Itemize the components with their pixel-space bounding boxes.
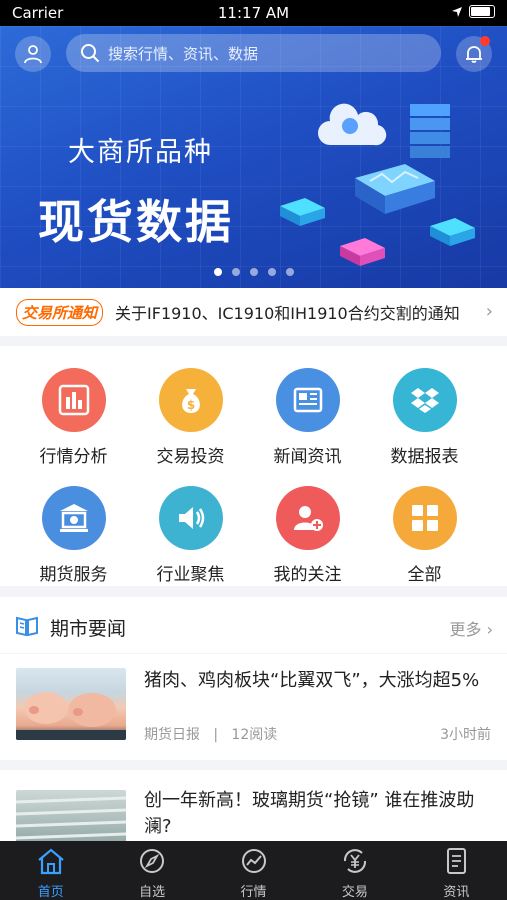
tab-home[interactable]: 首页: [0, 841, 101, 900]
carousel-dot[interactable]: [285, 268, 294, 276]
tab-label: 自选: [139, 885, 166, 900]
bar-chart-icon: [41, 368, 106, 432]
notification-button[interactable]: [456, 36, 492, 72]
user-icon: [24, 45, 42, 64]
dropbox-icon: [392, 368, 457, 432]
carousel-dot[interactable]: [249, 268, 258, 276]
tab-market[interactable]: 行情: [203, 841, 304, 900]
carousel-dots[interactable]: [0, 268, 507, 276]
news-title[interactable]: 猪肉、鸡肉板块“比翼双飞”，大涨均超5%: [144, 668, 494, 694]
location-icon: [452, 6, 462, 17]
battery-icon: [469, 5, 495, 18]
speaker-icon: [158, 486, 223, 550]
menu-item-futures-service[interactable]: 期货服务: [10, 486, 137, 585]
menu-item-trading-investment[interactable]: $ 交易投资: [127, 368, 254, 467]
menu-label: 我的关注: [273, 565, 342, 585]
menu-label: 行情分析: [39, 447, 108, 467]
menu-label: 新闻资讯: [273, 447, 342, 467]
news-source: 期货日报: [144, 727, 200, 743]
tab-trade[interactable]: 交易: [304, 841, 405, 900]
search-icon: [80, 43, 100, 63]
search-bar[interactable]: 搜索行情、资讯、数据: [66, 34, 441, 72]
news-meta: 期货日报 | 12阅读: [144, 727, 278, 743]
trend-icon: [241, 849, 266, 873]
feature-menu: 行情分析 $ 交易投资 新闻资讯 数据报表 期货服务 行业聚焦 我的关注 全部: [0, 346, 507, 586]
bell-icon: [466, 46, 482, 63]
banner-subtitle: 大商所品种: [68, 137, 213, 168]
menu-item-news[interactable]: 新闻资讯: [244, 368, 371, 467]
banner-title: 现货数据: [38, 195, 234, 249]
profile-button[interactable]: [15, 36, 51, 72]
menu-label: 数据报表: [390, 447, 459, 467]
news-item[interactable]: 创一年新高！玻璃期货“抢镜” 谁在推波助澜?: [0, 770, 507, 841]
money-bag-icon: $: [158, 368, 223, 432]
menu-item-data-reports[interactable]: 数据报表: [361, 368, 488, 467]
bottom-tab-bar: 首页 自选 行情 交易 资讯: [0, 841, 507, 900]
notice-text[interactable]: 关于IF1910、IC1910和IH1910合约交割的通知: [115, 300, 460, 324]
more-link[interactable]: 更多 ›: [450, 616, 494, 640]
menu-label: 期货服务: [39, 565, 108, 585]
news-time: 3小时前: [440, 727, 491, 743]
tab-watchlist[interactable]: 自选: [101, 841, 202, 900]
grid-icon: [392, 486, 457, 550]
yen-exchange-icon: [343, 849, 366, 873]
menu-item-all[interactable]: 全部: [361, 486, 488, 585]
bank-icon: [41, 486, 106, 550]
news-thumbnail-glass: [16, 790, 126, 841]
news-section-header: 期市要闻 更多 ›: [0, 597, 507, 653]
tab-label: 交易: [341, 885, 368, 900]
compass-icon: [140, 849, 165, 873]
hero-banner[interactable]: 搜索行情、资讯、数据 大商所品种 现货数据: [0, 26, 507, 288]
news-reads: 12阅读: [231, 727, 278, 743]
document-icon: [447, 848, 467, 874]
notification-badge: [480, 36, 490, 46]
menu-item-my-follows[interactable]: 我的关注: [244, 486, 371, 585]
clock: 11:17 AM: [217, 4, 290, 22]
search-placeholder: 搜索行情、资讯、数据: [108, 44, 259, 63]
svg-text:$: $: [186, 398, 194, 412]
carousel-dot[interactable]: [267, 268, 276, 276]
status-bar: Carrier 11:17 AM: [0, 0, 507, 26]
news-thumbnail-pigs: [16, 668, 126, 740]
tab-news[interactable]: 资讯: [406, 841, 507, 900]
notice-bar[interactable]: 交易所通知 关于IF1910、IC1910和IH1910合约交割的通知 ›: [0, 288, 507, 336]
menu-label: 全部: [407, 565, 442, 585]
tab-label: 资讯: [443, 885, 470, 900]
menu-label: 行业聚焦: [156, 565, 225, 585]
exchange-notice-logo: 交易所通知: [16, 298, 104, 326]
carousel-dot[interactable]: [231, 268, 240, 276]
status-icons: [451, 5, 495, 18]
menu-item-market-analysis[interactable]: 行情分析: [10, 368, 137, 467]
newspaper-icon: [275, 368, 340, 432]
news-section-title: 期市要闻: [50, 618, 127, 640]
menu-label: 交易投资: [156, 447, 225, 467]
add-user-icon: [275, 486, 340, 550]
news-item[interactable]: 猪肉、鸡肉板块“比翼双飞”，大涨均超5% 期货日报 | 12阅读 3小时前: [0, 654, 507, 760]
tab-label: 行情: [240, 885, 267, 900]
home-icon: [37, 848, 64, 875]
book-icon: [16, 616, 38, 637]
menu-item-industry-focus[interactable]: 行业聚焦: [127, 486, 254, 585]
server-illustration: [280, 103, 475, 266]
chevron-right-icon: ›: [485, 301, 493, 322]
more-label: 更多: [449, 620, 482, 639]
carousel-dot[interactable]: [213, 268, 222, 276]
tab-label: 首页: [37, 885, 64, 900]
news-title[interactable]: 创一年新高！玻璃期货“抢镜” 谁在推波助澜?: [144, 788, 494, 840]
